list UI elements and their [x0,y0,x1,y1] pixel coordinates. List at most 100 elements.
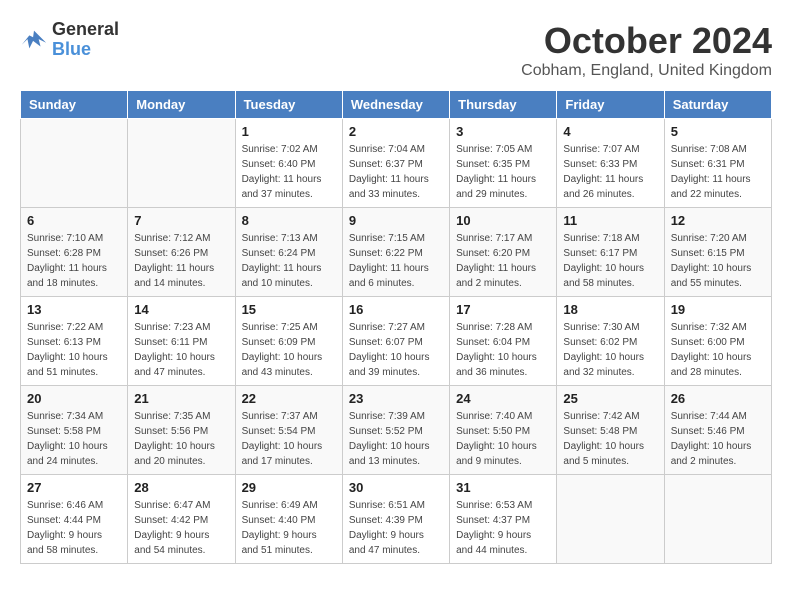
weekday-header: Sunday [21,91,128,119]
day-info: Sunrise: 7:32 AM Sunset: 6:00 PM Dayligh… [671,320,765,380]
day-number: 4 [563,124,657,139]
calendar-week-row: 20 Sunrise: 7:34 AM Sunset: 5:58 PM Dayli… [21,386,772,475]
day-number: 7 [134,213,228,228]
calendar-week-row: 1Sunrise: 7:02 AM Sunset: 6:40 PM Daylig… [21,119,772,208]
weekday-header-row: SundayMondayTuesdayWednesdayThursdayFrid… [21,91,772,119]
weekday-header: Saturday [664,91,771,119]
day-info: Sunrise: 6:46 AM Sunset: 4:44 PM Dayligh… [27,498,121,558]
day-info: Sunrise: 7:27 AM Sunset: 6:07 PM Dayligh… [349,320,443,380]
day-number: 16 [349,302,443,317]
day-number: 14 [134,302,228,317]
day-number: 31 [456,480,550,495]
day-number: 9 [349,213,443,228]
day-number: 17 [456,302,550,317]
day-number: 28 [134,480,228,495]
day-info: Sunrise: 6:51 AM Sunset: 4:39 PM Dayligh… [349,498,443,558]
day-info: Sunrise: 7:20 AM Sunset: 6:15 PM Dayligh… [671,231,765,291]
day-number: 26 [671,391,765,406]
day-number: 8 [242,213,336,228]
calendar-cell: 3 Sunrise: 7:05 AM Sunset: 6:35 PM Daylig… [450,119,557,208]
day-number: 10 [456,213,550,228]
day-info: Sunrise: 7:25 AM Sunset: 6:09 PM Dayligh… [242,320,336,380]
calendar-cell: 9Sunrise: 7:15 AM Sunset: 6:22 PM Daylig… [342,208,449,297]
day-info: Sunrise: 7:39 AM Sunset: 5:52 PM Dayligh… [349,409,443,469]
calendar-cell: 26Sunrise: 7:44 AM Sunset: 5:46 PM Dayli… [664,386,771,475]
calendar-cell: 19 Sunrise: 7:32 AM Sunset: 6:00 PM Dayli… [664,297,771,386]
calendar-cell: 14 Sunrise: 7:23 AM Sunset: 6:11 PM Dayli… [128,297,235,386]
calendar-cell: 24 Sunrise: 7:40 AM Sunset: 5:50 PM Dayli… [450,386,557,475]
calendar-cell [128,119,235,208]
calendar-cell: 15 Sunrise: 7:25 AM Sunset: 6:09 PM Dayli… [235,297,342,386]
day-info: Sunrise: 7:34 AM Sunset: 5:58 PM Dayligh… [27,409,121,469]
calendar-cell: 4 Sunrise: 7:07 AM Sunset: 6:33 PM Daylig… [557,119,664,208]
calendar-cell: 11Sunrise: 7:18 AM Sunset: 6:17 PM Dayli… [557,208,664,297]
calendar-cell: 6 Sunrise: 7:10 AM Sunset: 6:28 PM Daylig… [21,208,128,297]
weekday-header: Thursday [450,91,557,119]
day-info: Sunrise: 6:49 AM Sunset: 4:40 PM Dayligh… [242,498,336,558]
logo-icon [20,26,48,54]
day-info: Sunrise: 7:04 AM Sunset: 6:37 PM Dayligh… [349,142,443,202]
day-number: 27 [27,480,121,495]
page-header: General Blue October 2024 Cobham, Englan… [20,20,772,80]
calendar-cell: 8 Sunrise: 7:13 AM Sunset: 6:24 PM Daylig… [235,208,342,297]
day-info: Sunrise: 7:13 AM Sunset: 6:24 PM Dayligh… [242,231,336,291]
day-info: Sunrise: 7:07 AM Sunset: 6:33 PM Dayligh… [563,142,657,202]
month-title: October 2024 [521,20,772,62]
day-number: 5 [671,124,765,139]
day-info: Sunrise: 7:37 AM Sunset: 5:54 PM Dayligh… [242,409,336,469]
calendar-week-row: 13 Sunrise: 7:22 AM Sunset: 6:13 PM Dayli… [21,297,772,386]
day-number: 18 [563,302,657,317]
calendar-cell: 25 Sunrise: 7:42 AM Sunset: 5:48 PM Dayli… [557,386,664,475]
calendar-cell: 29 Sunrise: 6:49 AM Sunset: 4:40 PM Dayli… [235,475,342,564]
day-number: 6 [27,213,121,228]
calendar-cell: 5Sunrise: 7:08 AM Sunset: 6:31 PM Daylig… [664,119,771,208]
day-info: Sunrise: 7:05 AM Sunset: 6:35 PM Dayligh… [456,142,550,202]
calendar-cell [21,119,128,208]
calendar-cell: 28 Sunrise: 6:47 AM Sunset: 4:42 PM Dayli… [128,475,235,564]
day-number: 23 [349,391,443,406]
calendar-week-row: 6 Sunrise: 7:10 AM Sunset: 6:28 PM Daylig… [21,208,772,297]
day-number: 12 [671,213,765,228]
weekday-header: Wednesday [342,91,449,119]
day-number: 20 [27,391,121,406]
day-number: 13 [27,302,121,317]
day-number: 15 [242,302,336,317]
day-info: Sunrise: 6:47 AM Sunset: 4:42 PM Dayligh… [134,498,228,558]
calendar-cell: 18 Sunrise: 7:30 AM Sunset: 6:02 PM Dayli… [557,297,664,386]
calendar-cell: 17 Sunrise: 7:28 AM Sunset: 6:04 PM Dayli… [450,297,557,386]
day-info: Sunrise: 6:53 AM Sunset: 4:37 PM Dayligh… [456,498,550,558]
day-info: Sunrise: 7:23 AM Sunset: 6:11 PM Dayligh… [134,320,228,380]
day-info: Sunrise: 7:40 AM Sunset: 5:50 PM Dayligh… [456,409,550,469]
day-number: 3 [456,124,550,139]
day-info: Sunrise: 7:22 AM Sunset: 6:13 PM Dayligh… [27,320,121,380]
calendar-cell: 10Sunrise: 7:17 AM Sunset: 6:20 PM Dayli… [450,208,557,297]
title-block: October 2024 Cobham, England, United Kin… [521,20,772,80]
day-info: Sunrise: 7:10 AM Sunset: 6:28 PM Dayligh… [27,231,121,291]
calendar-cell: 13 Sunrise: 7:22 AM Sunset: 6:13 PM Dayli… [21,297,128,386]
day-number: 19 [671,302,765,317]
day-number: 25 [563,391,657,406]
day-number: 21 [134,391,228,406]
calendar-cell [664,475,771,564]
weekday-header: Monday [128,91,235,119]
day-number: 1 [242,124,336,139]
day-number: 24 [456,391,550,406]
calendar-table: SundayMondayTuesdayWednesdayThursdayFrid… [20,90,772,564]
calendar-cell: 23 Sunrise: 7:39 AM Sunset: 5:52 PM Dayli… [342,386,449,475]
calendar-cell: 1Sunrise: 7:02 AM Sunset: 6:40 PM Daylig… [235,119,342,208]
day-info: Sunrise: 7:30 AM Sunset: 6:02 PM Dayligh… [563,320,657,380]
weekday-header: Tuesday [235,91,342,119]
calendar-cell: 12 Sunrise: 7:20 AM Sunset: 6:15 PM Dayli… [664,208,771,297]
calendar-cell: 31 Sunrise: 6:53 AM Sunset: 4:37 PM Dayli… [450,475,557,564]
calendar-cell: 7 Sunrise: 7:12 AM Sunset: 6:26 PM Daylig… [128,208,235,297]
day-info: Sunrise: 7:28 AM Sunset: 6:04 PM Dayligh… [456,320,550,380]
day-info: Sunrise: 7:12 AM Sunset: 6:26 PM Dayligh… [134,231,228,291]
calendar-cell: 20 Sunrise: 7:34 AM Sunset: 5:58 PM Dayli… [21,386,128,475]
day-info: Sunrise: 7:18 AM Sunset: 6:17 PM Dayligh… [563,231,657,291]
calendar-cell: 27 Sunrise: 6:46 AM Sunset: 4:44 PM Dayli… [21,475,128,564]
weekday-header: Friday [557,91,664,119]
calendar-cell: 30Sunrise: 6:51 AM Sunset: 4:39 PM Dayli… [342,475,449,564]
calendar-cell: 2Sunrise: 7:04 AM Sunset: 6:37 PM Daylig… [342,119,449,208]
day-info: Sunrise: 7:42 AM Sunset: 5:48 PM Dayligh… [563,409,657,469]
day-number: 29 [242,480,336,495]
